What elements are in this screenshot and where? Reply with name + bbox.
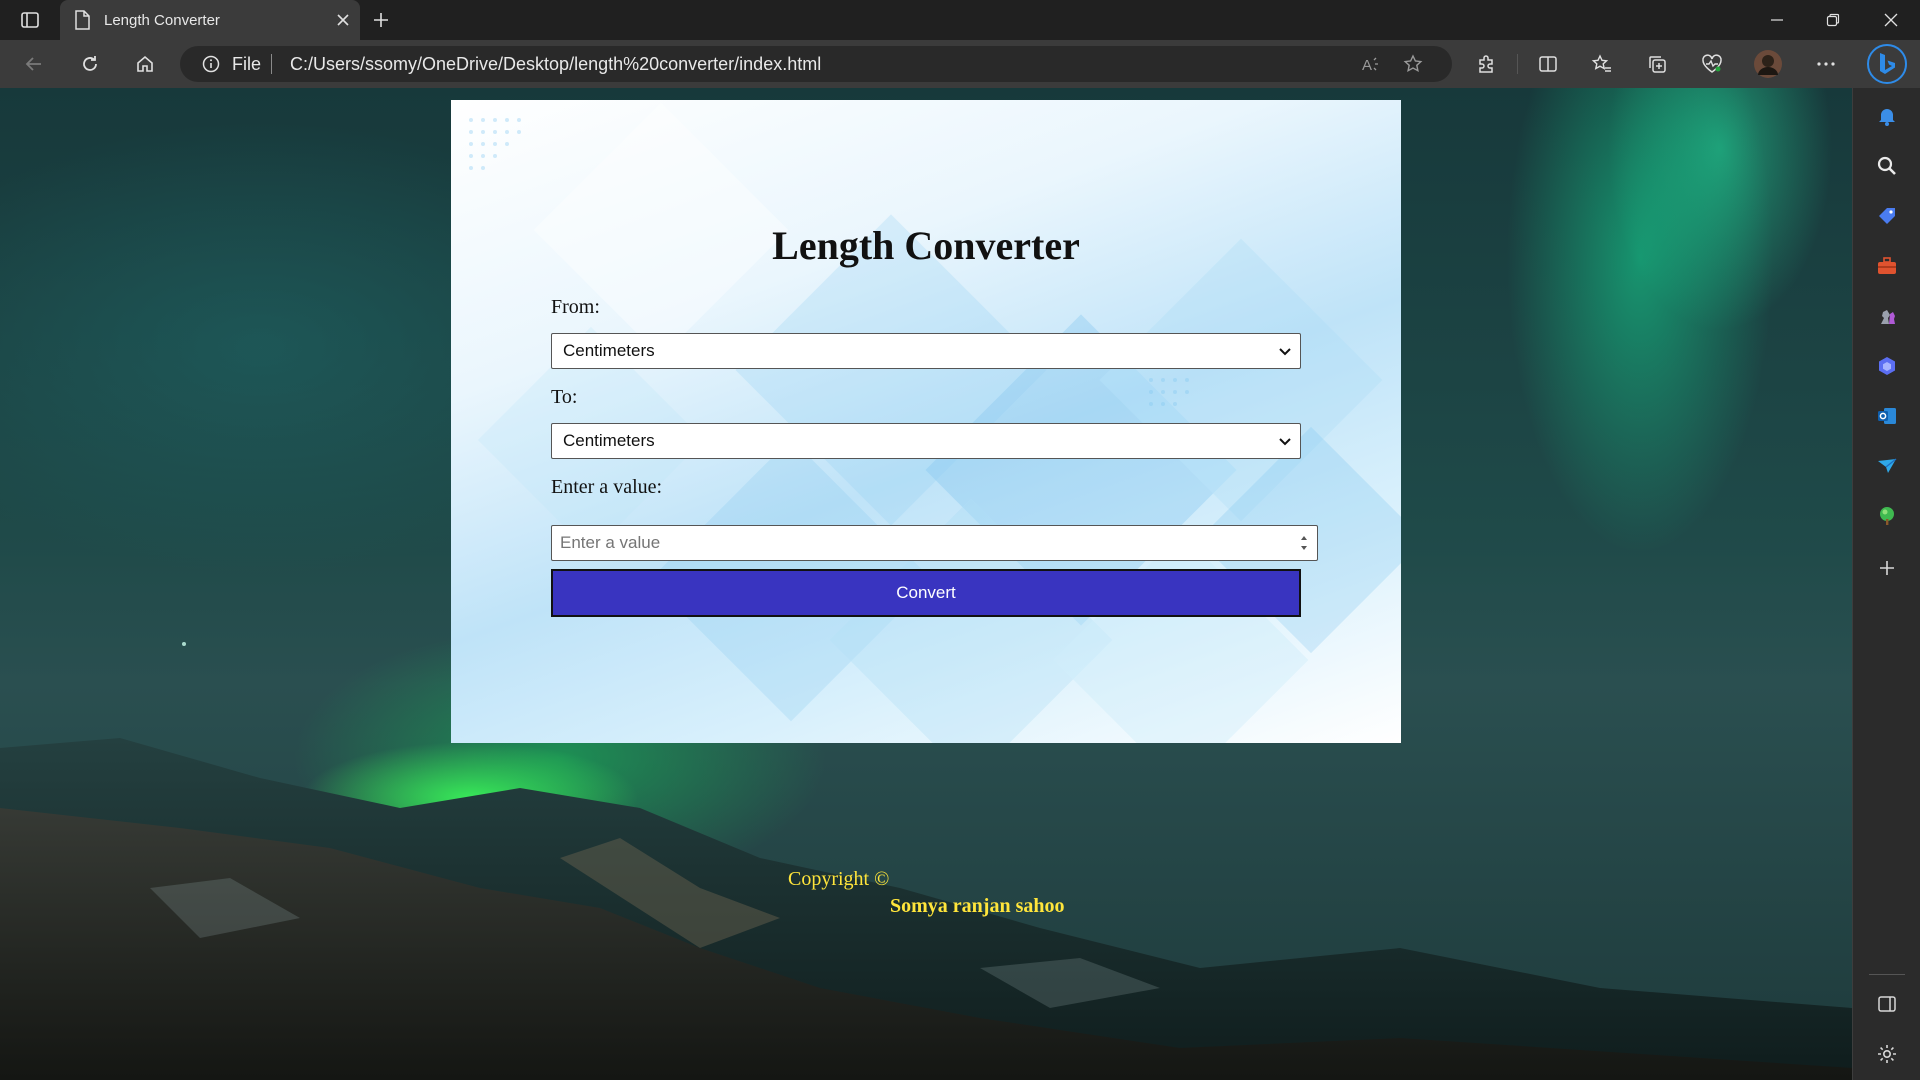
chevron-down-icon bbox=[1279, 348, 1291, 356]
close-icon bbox=[1884, 13, 1898, 27]
chess-icon bbox=[1881, 310, 1895, 324]
avatar-icon bbox=[1754, 50, 1782, 78]
restore-icon bbox=[1826, 13, 1840, 27]
restore-button[interactable] bbox=[1804, 0, 1862, 40]
toolbar-separator bbox=[1517, 54, 1518, 74]
from-label: From: bbox=[551, 296, 600, 318]
sidebar-notifications[interactable] bbox=[1871, 100, 1903, 132]
number-spinner-icon[interactable] bbox=[1299, 532, 1309, 554]
favorite-star-icon[interactable] bbox=[1398, 50, 1428, 78]
home-button[interactable] bbox=[127, 48, 163, 80]
refresh-icon bbox=[83, 56, 97, 71]
sidebar-tools[interactable] bbox=[1871, 250, 1903, 282]
refresh-button[interactable] bbox=[72, 48, 108, 80]
tab-strip: Length Converter bbox=[0, 0, 1920, 40]
new-tab-button[interactable] bbox=[366, 6, 396, 34]
read-aloud-icon[interactable]: A bbox=[1356, 50, 1386, 78]
copilot-icon bbox=[1879, 357, 1895, 375]
settings-more-button[interactable] bbox=[1808, 48, 1844, 80]
copilot-button[interactable] bbox=[1867, 44, 1907, 84]
home-icon bbox=[137, 55, 153, 72]
heart-pulse-icon bbox=[1702, 54, 1722, 73]
extensions-button[interactable] bbox=[1468, 48, 1504, 80]
minimize-icon bbox=[1771, 19, 1783, 21]
gear-icon bbox=[1878, 1045, 1896, 1063]
sidebar-outlook[interactable] bbox=[1871, 400, 1903, 432]
sidebar-hide-button[interactable] bbox=[1871, 988, 1903, 1020]
outlook-icon bbox=[1878, 408, 1896, 424]
tab-actions-icon bbox=[21, 12, 39, 28]
converter-card: Length Converter From: Centimeters To: C… bbox=[451, 100, 1401, 743]
svg-text:A: A bbox=[1362, 57, 1372, 73]
close-tab-button[interactable] bbox=[326, 5, 360, 35]
panel-icon bbox=[1878, 996, 1896, 1012]
sidebar-add[interactable] bbox=[1871, 552, 1903, 584]
minimize-button[interactable] bbox=[1748, 0, 1806, 40]
sidebar-divider bbox=[1869, 974, 1905, 975]
info-icon[interactable] bbox=[202, 55, 220, 73]
toolbox-icon bbox=[1878, 257, 1896, 274]
bing-icon bbox=[1880, 53, 1895, 74]
split-screen-icon bbox=[1539, 56, 1557, 72]
address-separator bbox=[271, 54, 272, 74]
tab-actions-button[interactable] bbox=[16, 6, 44, 34]
convert-button[interactable]: Convert bbox=[551, 569, 1301, 617]
active-tab[interactable]: Length Converter bbox=[60, 0, 360, 40]
from-unit-select[interactable]: Centimeters bbox=[551, 333, 1301, 369]
send-icon bbox=[1878, 458, 1897, 473]
value-input[interactable]: Enter a value bbox=[551, 525, 1318, 561]
sidebar-settings[interactable] bbox=[1871, 1038, 1903, 1070]
back-button[interactable] bbox=[16, 48, 52, 80]
close-window-button[interactable] bbox=[1862, 0, 1920, 40]
collections-icon bbox=[1649, 56, 1666, 73]
add-icon bbox=[1880, 561, 1894, 575]
tab-title: Length Converter bbox=[104, 11, 220, 29]
puzzle-icon bbox=[1479, 55, 1493, 73]
browser-essentials-button[interactable] bbox=[1694, 48, 1730, 80]
tree-icon bbox=[1880, 507, 1894, 525]
tag-icon bbox=[1879, 208, 1895, 224]
page-title: Length Converter bbox=[772, 223, 1080, 268]
sidebar-copilot[interactable] bbox=[1871, 350, 1903, 382]
more-icon bbox=[1817, 62, 1835, 66]
sidebar-shopping[interactable] bbox=[1871, 200, 1903, 232]
footer-author: Somya ranjan sahoo bbox=[890, 895, 1065, 917]
sidebar-drop[interactable] bbox=[1871, 450, 1903, 482]
split-screen-button[interactable] bbox=[1530, 48, 1566, 80]
edge-sidebar bbox=[1852, 88, 1920, 1080]
footer-copyright: Copyright © bbox=[788, 868, 890, 890]
favorites-icon bbox=[1591, 54, 1611, 72]
close-icon bbox=[337, 14, 349, 26]
value-input-placeholder: Enter a value bbox=[560, 533, 661, 552]
sidebar-games[interactable] bbox=[1871, 300, 1903, 332]
chevron-down-icon bbox=[1279, 438, 1291, 446]
card-background-pattern bbox=[469, 102, 1401, 743]
sidebar-search[interactable] bbox=[1871, 150, 1903, 182]
address-protocol: File bbox=[232, 54, 262, 74]
page-icon bbox=[75, 10, 90, 30]
address-url[interactable]: C:/Users/ssomy/OneDrive/Desktop/length%2… bbox=[290, 54, 821, 75]
bell-icon bbox=[1879, 109, 1895, 126]
collections-button[interactable] bbox=[1639, 48, 1675, 80]
profile-button[interactable] bbox=[1750, 48, 1786, 80]
to-label: To: bbox=[551, 386, 578, 408]
browser-toolbar: File C:/Users/ssomy/OneDrive/Desktop/len… bbox=[0, 40, 1920, 88]
from-unit-value: Centimeters bbox=[563, 341, 655, 360]
plus-icon bbox=[374, 13, 388, 27]
favorites-button[interactable] bbox=[1584, 48, 1620, 80]
value-label: Enter a value: bbox=[551, 476, 663, 498]
sidebar-tree[interactable] bbox=[1871, 500, 1903, 532]
to-unit-select[interactable]: Centimeters bbox=[551, 423, 1301, 459]
to-unit-value: Centimeters bbox=[563, 431, 655, 450]
search-icon bbox=[1877, 156, 1896, 175]
page-viewport: Length Converter From: Centimeters To: C… bbox=[0, 88, 1852, 1080]
address-bar[interactable]: File C:/Users/ssomy/OneDrive/Desktop/len… bbox=[180, 46, 1452, 82]
back-arrow-icon bbox=[25, 57, 41, 71]
